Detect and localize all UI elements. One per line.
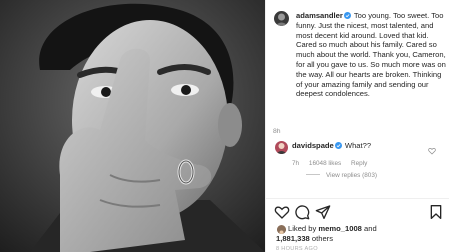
- caption-body: Too young. Too sweet. Too funny. Just th…: [296, 11, 446, 99]
- verified-badge-icon: [343, 12, 351, 19]
- avatar[interactable]: [275, 141, 288, 154]
- post-time: 8 HOURS AGO: [276, 246, 318, 252]
- caption-comment: adamsandler Too young. Too sweet. Too fu…: [274, 11, 449, 99]
- view-replies-label[interactable]: View replies (803): [326, 172, 377, 179]
- liked-by-text: Liked by memo_1008 and 1,881,338 others: [276, 224, 377, 243]
- reply-body: What??: [344, 141, 372, 150]
- caption-time: 8h: [273, 128, 281, 135]
- like-comment-heart-icon[interactable]: [428, 147, 436, 155]
- reply-time: 7h: [292, 160, 300, 167]
- avatar[interactable]: [274, 11, 289, 26]
- portrait-image: [0, 0, 265, 252]
- liked-by-prefix: Liked by: [288, 224, 319, 233]
- reply-meta: 7h 16048 likes Reply: [292, 160, 375, 167]
- heart-icon[interactable]: [274, 204, 290, 220]
- avatar-icon: [274, 11, 289, 26]
- comment-icon[interactable]: [294, 204, 310, 220]
- liked-by-and: and: [361, 224, 377, 233]
- action-bar: [270, 204, 448, 222]
- reply-button[interactable]: Reply: [351, 160, 367, 167]
- reply-likes[interactable]: 16048 likes: [309, 160, 341, 167]
- reply-text: davidspade What??: [292, 141, 422, 151]
- caption-username[interactable]: adamsandler: [296, 11, 343, 20]
- verified-badge-icon: [334, 142, 342, 149]
- avatar-icon: [275, 141, 288, 154]
- post-photo: [0, 0, 265, 252]
- share-icon[interactable]: [315, 204, 331, 220]
- caption-text: adamsandler Too young. Too sweet. Too fu…: [296, 11, 446, 99]
- reply-comment: davidspade What??: [275, 141, 449, 154]
- others-count[interactable]: 1,881,338: [276, 234, 310, 243]
- divider-dash: [306, 174, 320, 175]
- actions-divider: [266, 198, 449, 199]
- view-replies-link[interactable]: View replies (803): [306, 172, 377, 179]
- liked-by-user[interactable]: memo_1008: [318, 224, 361, 233]
- others-suffix: others: [309, 233, 334, 243]
- reply-username[interactable]: davidspade: [292, 141, 334, 150]
- bookmark-icon[interactable]: [428, 204, 444, 220]
